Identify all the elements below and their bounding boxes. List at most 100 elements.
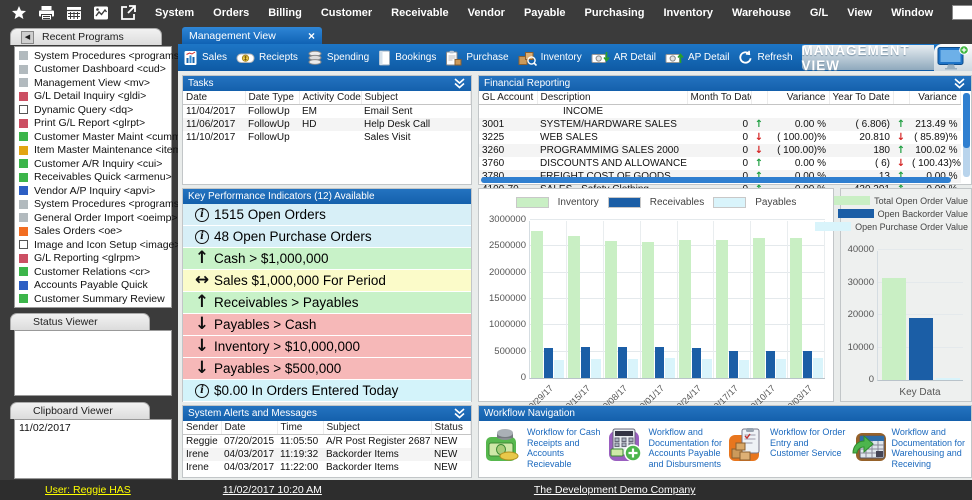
monitor-launch-button[interactable] xyxy=(934,44,972,71)
kpi-item-receivables-payables[interactable]: ↑Receivables > Payables xyxy=(183,292,471,314)
kpi-item-payables-500-000[interactable]: ↓Payables > $500,000 xyxy=(183,358,471,380)
menu-item-orders[interactable]: Orders xyxy=(213,7,249,19)
financial-row[interactable]: 3225WEB SALES0↓( 100.00)%20.810↓( 85.89)… xyxy=(479,131,961,144)
workflow-item-workflow-and-documentation-for-warehousi[interactable]: Workflow and Documentation for Warehousi… xyxy=(848,425,970,469)
calendar-icon[interactable] xyxy=(66,4,82,22)
horizontal-scrollbar[interactable] xyxy=(481,177,951,183)
sidebar-item-management-view[interactable]: Management View <mv> xyxy=(15,76,171,90)
menu-item-window[interactable]: Window xyxy=(891,7,933,19)
search-input[interactable] xyxy=(952,5,972,20)
bookings-icon xyxy=(378,50,391,66)
kpi-item-48-open-purchase-orders[interactable]: i48 Open Purchase Orders xyxy=(183,226,471,248)
menu-item-customer[interactable]: Customer xyxy=(321,7,372,19)
sidebar-item-customer-dashboard[interactable]: Customer Dashboard <cud> xyxy=(15,63,171,77)
tab-management-view[interactable]: Management View × xyxy=(182,27,322,44)
menu-item-view[interactable]: View xyxy=(847,7,872,19)
both-arrows-icon: ↔ xyxy=(190,272,214,289)
workflow-item-workflow-and-documentation-for-accounts-[interactable]: Workflow and Documentation for Accounts … xyxy=(605,425,727,469)
toolbar-button-reciepts[interactable]: Reciepts xyxy=(236,51,298,65)
sidebar-item-system-procedures[interactable]: System Procedures <programs> xyxy=(15,198,171,212)
kpi-item-cash-1-000-000[interactable]: ↑Cash > $1,000,000 xyxy=(183,248,471,270)
workflow-item-workflow-for-order-entry-and-customer-se[interactable]: Workflow for Order Entry and Customer Se… xyxy=(726,425,848,469)
month-to-date-cell: 0 xyxy=(687,118,751,131)
sidebar-collapse-icon[interactable]: ◀ xyxy=(21,31,34,44)
sidebar-item-customer-summary-review[interactable]: Customer Summary Review xyxy=(15,292,171,306)
menu-item-system[interactable]: System xyxy=(155,7,194,19)
sidebar-item-customer-master-maint[interactable]: Customer Master Maint <cumm> xyxy=(15,130,171,144)
column-header: Subject xyxy=(361,91,471,105)
kpi-item-inventory-10-000-000[interactable]: ↓Inventory > $10,000,000 xyxy=(183,336,471,358)
table-row[interactable]: Irene04/03/201711:22:00Backorder ItemsNE… xyxy=(183,461,471,474)
toolbar-button-ap-detail[interactable]: AP Detail xyxy=(665,50,730,66)
collapse-chevron-icon[interactable] xyxy=(953,78,966,89)
export-icon[interactable] xyxy=(120,4,137,22)
financial-row[interactable]: 3760DISCOUNTS AND ALLOWANCE0↑0.00 %( 6)↓… xyxy=(479,157,961,170)
favorites-star-icon[interactable] xyxy=(11,4,27,22)
collapse-chevron-icon[interactable] xyxy=(453,78,466,89)
sidebar-item-accounts-payable-quick[interactable]: Accounts Payable Quick xyxy=(15,279,171,293)
sidebar-item-image-and-icon-setup[interactable]: Image and Icon Setup <image> xyxy=(15,238,171,252)
menu-item-billing[interactable]: Billing xyxy=(268,7,302,19)
kpi-item-0-00-in-orders-entered-today[interactable]: i$0.00 In Orders Entered Today xyxy=(183,380,471,402)
toolbar-button-inventory[interactable]: Inventory xyxy=(518,50,582,66)
collapse-chevron-icon[interactable] xyxy=(453,408,466,419)
print-icon[interactable] xyxy=(38,4,55,22)
table-row[interactable]: 11/10/2017FollowUpSales Visit xyxy=(183,131,471,144)
menu-item-purchasing[interactable]: Purchasing xyxy=(585,7,645,19)
sidebar-item-customer-relations[interactable]: Customer Relations <cr> xyxy=(15,265,171,279)
financial-row[interactable]: 3001SYSTEM/HARDWARE SALES0↑0.00 %( 6.806… xyxy=(479,118,961,131)
toolbar-button-refresh[interactable]: Refresh xyxy=(738,50,792,65)
kpi-item-payables-cash[interactable]: ↓Payables > Cash xyxy=(183,314,471,336)
toolbar-button-spending[interactable]: Spending xyxy=(307,50,369,66)
recent-programs-tab[interactable]: ◀ Recent Programs xyxy=(10,28,162,45)
table-cell: 11:05:50 xyxy=(277,435,323,449)
clipboard-viewer-title: Clipboard Viewer xyxy=(33,405,113,417)
menu-item-vendor[interactable]: Vendor xyxy=(468,7,505,19)
program-label: G/L Reporting <glrpm> xyxy=(34,252,140,264)
program-label: Accounts Payable Quick xyxy=(34,279,148,291)
bar-payables xyxy=(739,360,749,378)
sidebar-item-item-master-maintenance[interactable]: Item Master Maintenance <item> xyxy=(15,144,171,158)
ap-detail-icon xyxy=(665,50,684,66)
sidebar: ◀ Recent Programs System Procedures <pro… xyxy=(0,25,178,480)
table-row[interactable]: Irene04/03/201711:19:32Backorder ItemsNE… xyxy=(183,448,471,461)
workflow-item-workflow-for-cash-receipts-and-accounts-[interactable]: Workflow for Cash Receipts and Accounts … xyxy=(483,425,605,469)
sidebar-item-general-order-import[interactable]: General Order Import <oeimp> xyxy=(15,211,171,225)
program-label: System Procedures <programs> xyxy=(34,198,185,210)
clipboard-viewer-tab[interactable]: Clipboard Viewer xyxy=(10,402,150,419)
toolbar-button-sales[interactable]: Sales xyxy=(183,50,227,66)
sidebar-item-customer-a-r-inquiry[interactable]: Customer A/R Inquiry <cui> xyxy=(15,157,171,171)
bar-group xyxy=(604,221,641,378)
kpi-item-1515-open-orders[interactable]: i1515 Open Orders xyxy=(183,204,471,226)
statusbar-user-link[interactable]: User: Reggie HAS xyxy=(45,484,131,496)
toolbar-button-purchase[interactable]: Purchase xyxy=(445,50,508,66)
statusbar-company-link[interactable]: The Development Demo Company xyxy=(534,484,696,496)
menu-item-warehouse[interactable]: Warehouse xyxy=(732,7,791,19)
financial-row[interactable]: 3260PROGRAMMIMG SALES 20000↓( 100.00)%18… xyxy=(479,144,961,157)
sidebar-item-system-procedures[interactable]: System Procedures <programsm> xyxy=(15,49,171,63)
menu-item-inventory[interactable]: Inventory xyxy=(663,7,713,19)
table-cell: HD xyxy=(299,118,361,131)
table-row[interactable]: 11/04/2017FollowUpEMEmail Sent xyxy=(183,105,471,119)
statusbar-datetime-link[interactable]: 11/02/2017 10:20 AM xyxy=(223,484,322,496)
menu-item-payable[interactable]: Payable xyxy=(524,7,566,19)
sidebar-item-vendor-a-p-inquiry[interactable]: Vendor A/P Inquiry <apvi> xyxy=(15,184,171,198)
sidebar-item-g-l-detail-inquiry[interactable]: G/L Detail Inquiry <gldi> xyxy=(15,90,171,104)
table-row[interactable]: Reggie07/20/201511:05:50A/R Post Registe… xyxy=(183,435,471,449)
toolbar-button-bookings[interactable]: Bookings xyxy=(378,50,436,66)
report-image-icon[interactable] xyxy=(93,4,109,22)
kpi-item-sales-1-000-000-for-period[interactable]: ↔Sales $1,000,000 For Period xyxy=(183,270,471,292)
sidebar-item-receivables-quick[interactable]: Receivables Quick <armenu> xyxy=(15,171,171,185)
menu-item-receivable[interactable]: Receivable xyxy=(391,7,448,19)
menu-item-g-l[interactable]: G/L xyxy=(810,7,828,19)
sidebar-item-print-g-l-report[interactable]: Print G/L Report <glrpt> xyxy=(15,117,171,131)
table-row[interactable]: 11/06/2017FollowUpHDHelp Desk Call xyxy=(183,118,471,131)
sidebar-item-dynamic-query[interactable]: Dynamic Query <dq> xyxy=(15,103,171,117)
tab-close-icon[interactable]: × xyxy=(308,29,315,43)
sidebar-item-sales-orders[interactable]: Sales Orders <oe> xyxy=(15,225,171,239)
sidebar-item-g-l-reporting[interactable]: G/L Reporting <glrpm> xyxy=(15,252,171,266)
toolbar-button-ar-detail[interactable]: AR Detail xyxy=(591,50,656,66)
status-viewer-tab[interactable]: Status Viewer xyxy=(10,313,150,330)
vertical-scrollbar[interactable] xyxy=(963,93,970,177)
legend-swatch xyxy=(713,197,746,208)
